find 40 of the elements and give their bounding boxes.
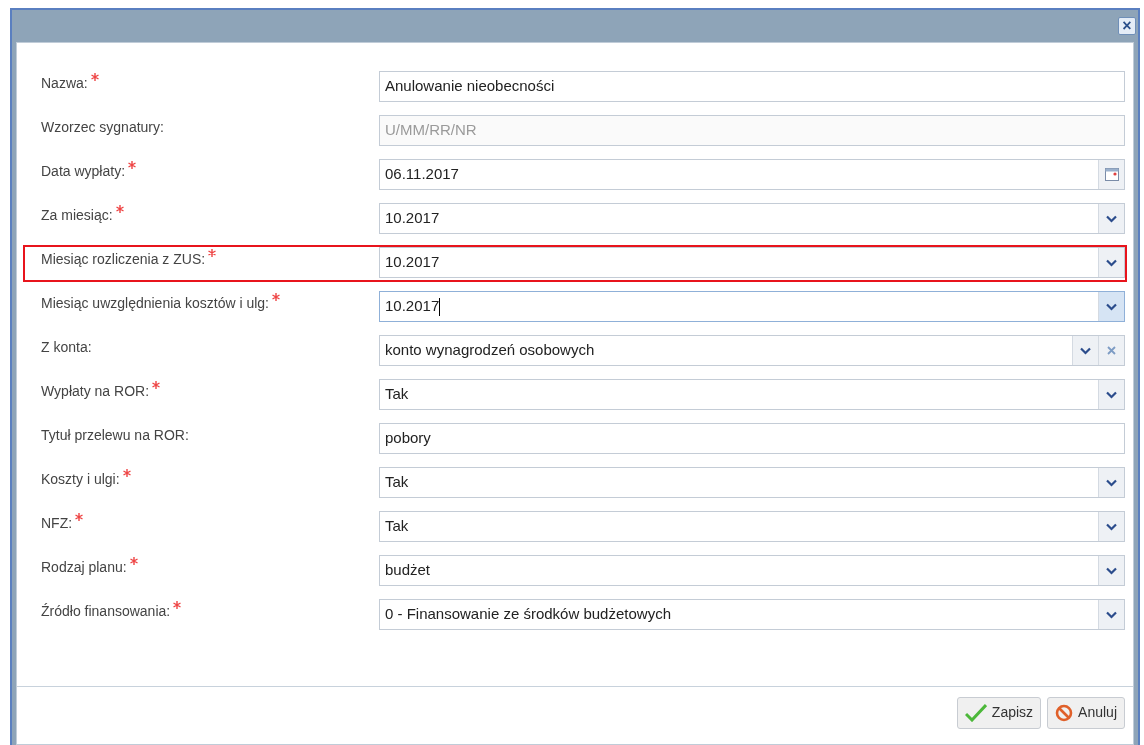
cancel-button[interactable]: Anuluj xyxy=(1047,696,1125,729)
field-label: Miesiąc rozliczenia z ZUS: xyxy=(41,250,206,269)
field-label: Za miesiąc: xyxy=(41,206,113,225)
dropdown-field[interactable]: 10.2017 xyxy=(379,291,1125,322)
text-field[interactable]: Anulowanie nieobecności xyxy=(379,71,1125,102)
dropdown-field[interactable]: Tak xyxy=(379,511,1125,542)
prohibited-icon xyxy=(1055,703,1074,722)
chevron-down-icon[interactable] xyxy=(1106,610,1117,619)
field-label: Miesiąc uwzględnienia kosztów i ulg: xyxy=(41,294,269,313)
dropdown-field[interactable]: 10.2017 xyxy=(379,203,1125,234)
chevron-down-icon[interactable] xyxy=(1080,346,1091,355)
field-label: Data wypłaty: xyxy=(41,162,126,181)
field-label: Rodzaj planu: xyxy=(41,558,127,577)
chevron-down-icon[interactable] xyxy=(1106,478,1117,487)
chevron-down-icon[interactable] xyxy=(1106,214,1117,223)
dropdown-field[interactable]: Tak xyxy=(379,467,1125,498)
chevron-down-icon[interactable] xyxy=(1106,390,1117,399)
field-label: Z konta: xyxy=(41,338,92,357)
close-button[interactable]: × xyxy=(1118,17,1136,35)
field-label: Wzorzec sygnatury: xyxy=(41,118,164,137)
chevron-down-icon[interactable] xyxy=(1106,522,1117,531)
dropdown-field[interactable]: 0 - Finansowanie ze środków budżetowych xyxy=(379,599,1125,630)
chevron-down-icon[interactable] xyxy=(1106,566,1117,575)
date-field[interactable]: 06.11.2017 xyxy=(379,159,1125,190)
chevron-down-icon[interactable] xyxy=(1106,302,1117,311)
field-label: Tytuł przelewu na ROR: xyxy=(41,426,189,445)
field-label: NFZ: xyxy=(41,514,73,533)
field-label: Koszty i ulgi: xyxy=(41,470,120,489)
dropdown-field[interactable]: konto wynagrodzeń osobowych xyxy=(379,335,1125,366)
dropdown-field[interactable]: budżet xyxy=(379,555,1125,586)
calendar-icon[interactable] xyxy=(1104,168,1119,181)
text-field[interactable]: pobory xyxy=(379,423,1125,454)
checkmark-icon xyxy=(964,703,987,722)
field-label: Nazwa: xyxy=(41,74,88,93)
chevron-down-icon[interactable] xyxy=(1106,258,1117,267)
dropdown-field[interactable]: 10.2017 xyxy=(379,247,1125,278)
save-button[interactable]: Zapisz xyxy=(956,696,1042,729)
field-label: Wypłaty na ROR: xyxy=(41,382,149,401)
field-label: Źródło finansowania: xyxy=(41,602,171,621)
dropdown-field[interactable]: Tak xyxy=(379,379,1125,410)
